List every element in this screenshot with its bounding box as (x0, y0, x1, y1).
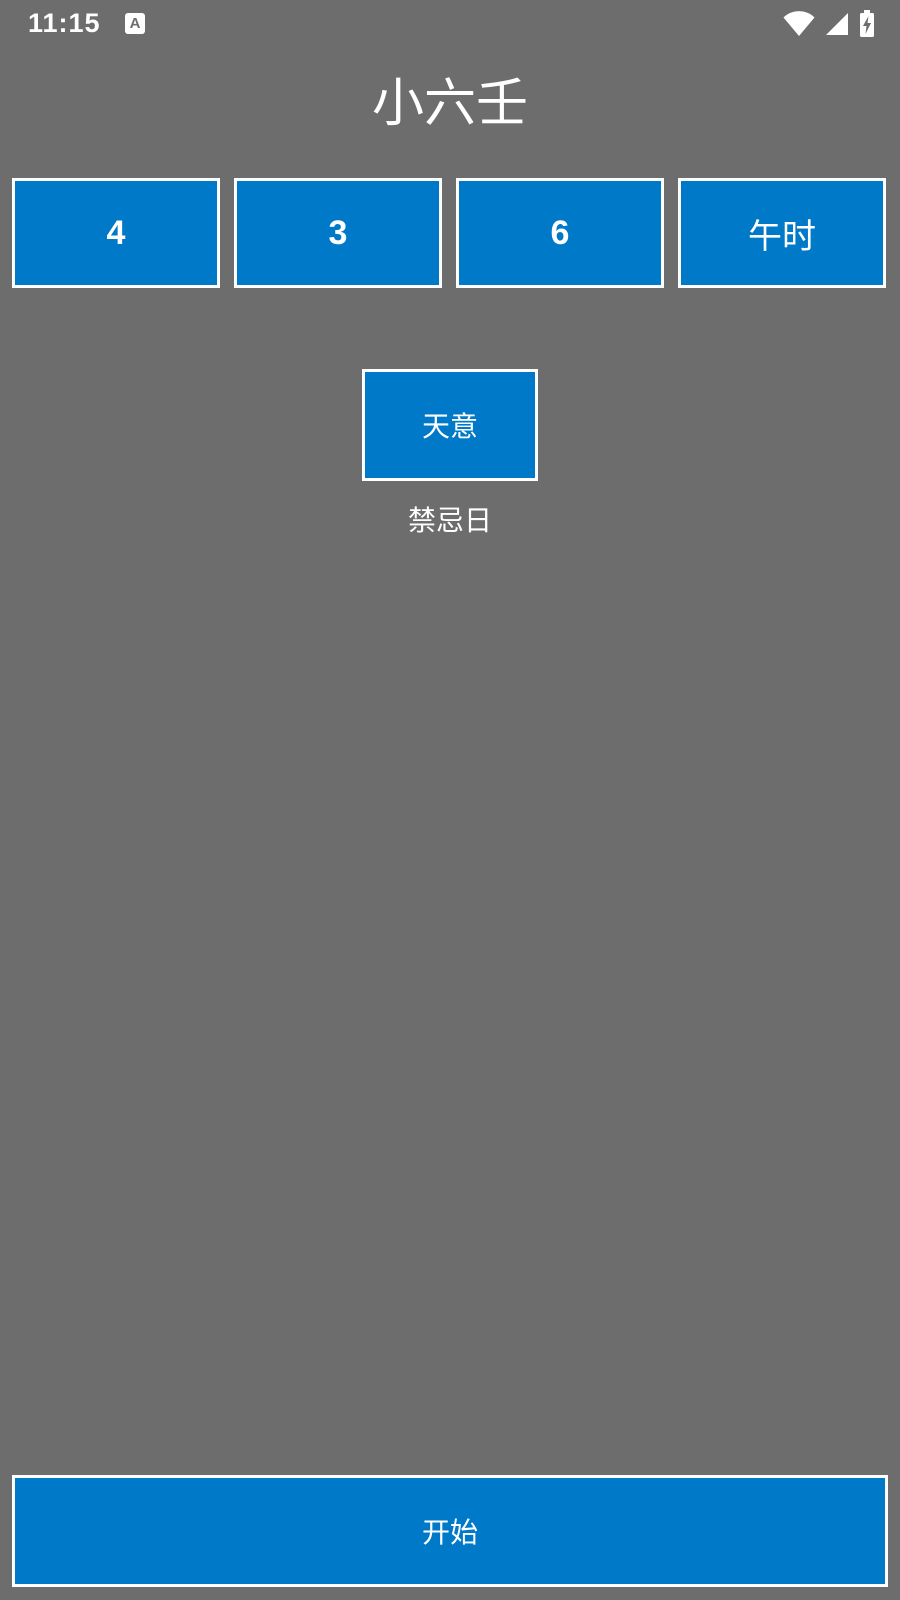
app-title: 小六壬 (371, 74, 528, 134)
wifi-icon (783, 11, 815, 36)
value-box-third: 6 (456, 178, 664, 288)
battery-charging-icon (860, 10, 874, 37)
result-description: 禁忌日 (407, 504, 492, 537)
cell-signal-icon (826, 13, 848, 35)
value-box-hour: 午时 (678, 178, 886, 288)
value-box-second: 3 (234, 178, 442, 288)
result-box: 天意 (362, 369, 538, 481)
value-row: 4 3 6 午时 (12, 178, 888, 290)
status-time: 11:15 (28, 8, 101, 38)
value-box-first: 4 (12, 178, 220, 288)
status-icons (783, 10, 875, 38)
text-notification-icon (125, 13, 145, 34)
start-button[interactable]: 开始 (12, 1475, 888, 1587)
status-bar: 11:15 (0, 0, 900, 50)
